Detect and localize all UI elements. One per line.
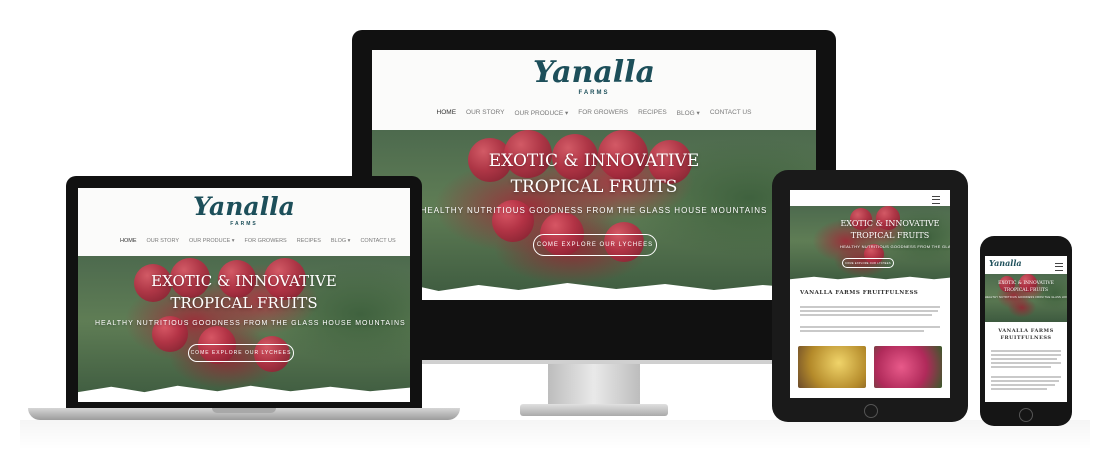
laptop-notch: [212, 408, 276, 413]
paragraph-line: [800, 306, 940, 308]
hero-title-line-2: TROPICAL FRUITS: [170, 294, 318, 312]
nav-contact-us[interactable]: CONTACT US: [360, 238, 395, 244]
hero-title: EXOTIC & INNOVATIVE TROPICAL FRUITS: [985, 280, 1067, 294]
logo-subtitle: FARMS: [230, 221, 258, 227]
hero-title: EXOTIC & INNOVATIVE TROPICAL FRUITS: [78, 270, 410, 314]
produce-thumbnail[interactable]: [874, 346, 942, 388]
hero-subtitle: HEALTHY NUTRITIOUS GOODNESS FROM THE GLA…: [95, 320, 406, 327]
paragraph-line: [991, 384, 1055, 386]
hero-banner: EXOTIC & INNOVATIVE TROPICAL FRUITS HEAL…: [78, 256, 410, 402]
nav-our-story[interactable]: OUR STORY: [466, 109, 504, 117]
produce-thumbnail[interactable]: [798, 346, 866, 388]
hero-banner: EXOTIC & INNOVATIVE TROPICAL FRUITS HEAL…: [985, 274, 1067, 322]
section-title-line-2: FRUITFULNESS: [1000, 335, 1052, 341]
imac-stand-foot: [520, 404, 668, 416]
nav-for-growers[interactable]: FOR GROWERS: [578, 109, 628, 117]
hero-title-line-1: EXOTIC & INNOVATIVE: [998, 281, 1054, 286]
nav-for-growers[interactable]: FOR GROWERS: [245, 238, 287, 244]
nav-blog[interactable]: BLOG ▾: [677, 109, 700, 117]
logo-wordmark: Yanalla: [532, 55, 655, 90]
nav-our-story[interactable]: OUR STORY: [147, 238, 180, 244]
hero-title-line-2: TROPICAL FRUITS: [1003, 288, 1049, 293]
imac-screen: Yanalla FARMS HOME OUR STORY OUR PRODUCE…: [372, 50, 816, 300]
paragraph-line: [991, 388, 1047, 390]
hero-subtitle: HEALTHY NUTRITIOUS GOODNESS FROM THE GLA…: [985, 296, 1067, 299]
nav-our-produce[interactable]: OUR PRODUCE ▾: [189, 238, 235, 244]
section-title-line-1: VANALLA FARMS: [998, 328, 1054, 334]
torn-paper-edge: [78, 385, 410, 402]
nav-recipes[interactable]: RECIPES: [638, 109, 667, 117]
site-logo[interactable]: Yanalla FARMS: [78, 194, 410, 227]
hamburger-menu-icon[interactable]: [1055, 263, 1063, 271]
paragraph-line: [800, 310, 938, 312]
nav-contact-us[interactable]: CONTACT US: [710, 109, 752, 117]
site-header: Yanalla: [985, 256, 1067, 274]
paragraph-line: [991, 376, 1061, 378]
paragraph-line: [991, 366, 1051, 368]
torn-paper-edge: [790, 276, 950, 284]
hero-banner: EXOTIC & INNOVATIVE TROPICAL FRUITS HEAL…: [790, 206, 950, 284]
nav-home[interactable]: HOME: [120, 238, 137, 244]
section-title: VANALLA FARMS FRUITFULNESS: [985, 328, 1067, 342]
hero-title-line-2: TROPICAL FRUITS: [510, 177, 678, 197]
nav-our-produce[interactable]: OUR PRODUCE ▾: [514, 109, 568, 117]
paragraph-line: [800, 314, 932, 316]
hero-banner: EXOTIC & INNOVATIVE TROPICAL FRUITS HEAL…: [372, 130, 816, 300]
logo-wordmark: Yanalla: [193, 192, 295, 221]
hero-subtitle: HEALTHY NUTRITIOUS GOODNESS FROM THE GLA…: [840, 244, 950, 249]
paragraph-line: [991, 380, 1059, 382]
hero-title-line-1: EXOTIC & INNOVATIVE: [488, 151, 700, 171]
paragraph-line: [991, 350, 1061, 352]
explore-lychees-button[interactable]: COME EXPLORE OUR LYCHEES: [188, 344, 294, 362]
hero-title: EXOTIC & INNOVATIVE TROPICAL FRUITS: [372, 148, 816, 200]
paragraph-line: [800, 326, 940, 328]
paragraph-line: [991, 358, 1057, 360]
hero-title-line-1: EXOTIC & INNOVATIVE: [151, 272, 337, 290]
nav-blog[interactable]: BLOG ▾: [331, 238, 351, 244]
explore-lychees-button[interactable]: COME EXPLORE OUR LYCHEES: [533, 234, 657, 256]
floor-reflection: [20, 420, 1090, 450]
nav-home[interactable]: HOME: [437, 109, 457, 117]
torn-paper-edge: [372, 283, 816, 300]
site-header: Yanalla FARMS HOME OUR STORY OUR PRODUCE…: [78, 188, 410, 256]
phone-screen: Yanalla EXOTIC & INNOVATIVE TROPICAL FRU…: [985, 256, 1067, 402]
main-nav: HOME OUR STORY OUR PRODUCE ▾ FOR GROWERS…: [372, 109, 816, 117]
explore-lychees-button[interactable]: COME EXPLORE OUR LYCHEES: [842, 258, 894, 268]
section-title: VANALLA FARMS FRUITFULNESS: [800, 290, 919, 296]
hero-subtitle: HEALTHY NUTRITIOUS GOODNESS FROM THE GLA…: [420, 206, 768, 215]
tablet-screen: EXOTIC & INNOVATIVE TROPICAL FRUITS HEAL…: [790, 190, 950, 398]
laptop-screen: Yanalla FARMS HOME OUR STORY OUR PRODUCE…: [78, 188, 410, 402]
logo-subtitle: FARMS: [578, 90, 610, 96]
site-header: Yanalla FARMS HOME OUR STORY OUR PRODUCE…: [372, 50, 816, 130]
nav-recipes[interactable]: RECIPES: [297, 238, 321, 244]
imac-stand-neck: [548, 364, 640, 408]
tablet-home-button: [864, 404, 878, 418]
paragraph-line: [800, 330, 924, 332]
hamburger-menu-icon[interactable]: [932, 196, 940, 204]
paragraph-line: [991, 354, 1061, 356]
hero-title-line-1: EXOTIC & INNOVATIVE: [840, 219, 940, 228]
hero-title: EXOTIC & INNOVATIVE TROPICAL FRUITS: [830, 218, 950, 242]
site-header: [790, 190, 950, 206]
site-logo[interactable]: Yanalla FARMS: [372, 55, 816, 97]
paragraph-line: [991, 362, 1061, 364]
hero-title-line-2: TROPICAL FRUITS: [850, 231, 930, 240]
main-nav: HOME OUR STORY OUR PRODUCE ▾ FOR GROWERS…: [78, 238, 410, 244]
